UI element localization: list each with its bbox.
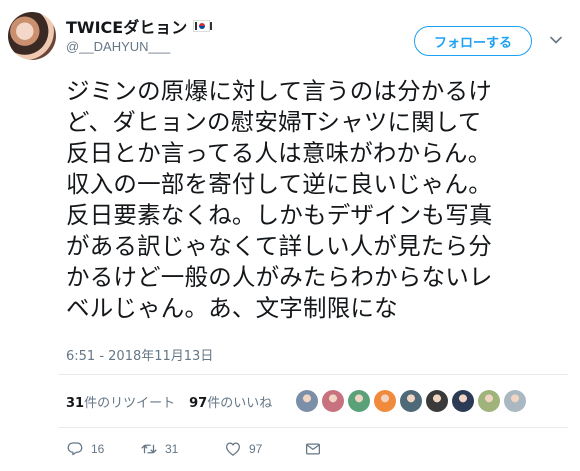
avatar[interactable]: [8, 12, 56, 60]
reply-icon: [67, 442, 83, 456]
likes-count: 97: [189, 396, 208, 411]
reply-count: 16: [91, 442, 105, 456]
tweet-header: TWICEダヒョン @__DAHYUN___ フォローする: [0, 0, 580, 72]
like-button[interactable]: 97: [224, 440, 262, 458]
tweet-stats: 31件のリツイート 97件のいいね: [66, 392, 272, 411]
likes-label: 件のいいね: [207, 396, 273, 411]
direct-message-button[interactable]: [304, 440, 322, 458]
liker-avatar[interactable]: [322, 390, 344, 412]
tweet-text-line: ど、ダヒョンの慰安婦Tシャツに関して: [66, 108, 482, 136]
divider: [58, 427, 568, 428]
liker-avatar[interactable]: [426, 390, 448, 412]
retweets-count: 31: [66, 396, 85, 411]
tweet-text-line: かるけど一般の人がみたらわからないレ: [66, 263, 493, 291]
retweet-button[interactable]: 31: [140, 440, 178, 458]
liker-avatar[interactable]: [374, 390, 396, 412]
liker-avatars: [296, 390, 526, 412]
liker-avatar[interactable]: [452, 390, 474, 412]
liker-avatar[interactable]: [400, 390, 422, 412]
chevron-down-icon[interactable]: [549, 33, 563, 47]
south-korea-flag-icon: [193, 20, 213, 32]
retweets-stat[interactable]: 31件のリツイート: [66, 392, 175, 411]
like-count: 97: [249, 442, 263, 456]
tweet-text-line: ジミンの原爆に対して言うのは分かるけ: [66, 77, 492, 105]
tweet-text-line: 反日要素なくね。しかもデザインも写真: [66, 201, 493, 229]
liker-avatar[interactable]: [348, 390, 370, 412]
display-name-text[interactable]: TWICEダヒョン: [66, 14, 187, 38]
user-info[interactable]: TWICEダヒョン @__DAHYUN___: [66, 14, 213, 54]
tweet-text: ジミンの原爆に対して言うのは分かるけ ど、ダヒョンの慰安婦Tシャツに関して 反日…: [66, 76, 566, 324]
liker-avatar[interactable]: [296, 390, 318, 412]
liker-avatar[interactable]: [504, 390, 526, 412]
likes-stat[interactable]: 97件のいいね: [189, 392, 272, 411]
liker-avatar[interactable]: [478, 390, 500, 412]
display-name[interactable]: TWICEダヒョン: [66, 14, 213, 38]
follow-button[interactable]: フォローする: [414, 26, 532, 56]
reply-button[interactable]: 16: [66, 440, 104, 458]
retweet-icon: [141, 444, 157, 454]
retweet-count: 31: [165, 442, 179, 456]
heart-icon: [225, 442, 241, 456]
divider: [58, 374, 568, 375]
retweets-label: 件のリツイート: [84, 396, 176, 411]
tweet-timestamp[interactable]: 6:51 - 2018年11月13日: [66, 345, 213, 364]
tweet-text-line: ベルじゃん。あ、文字制限にな: [66, 294, 398, 322]
tweet-text-line: 反日とか言ってる人は意味がわからん。: [66, 139, 492, 167]
tweet-text-line: 収入の一部を寄付して逆に良いじゃん。: [66, 170, 492, 198]
user-handle[interactable]: @__DAHYUN___: [66, 39, 210, 54]
envelope-icon: [305, 443, 321, 455]
tweet-text-line: がある訳じゃなくて詳しい人が見たら分: [66, 232, 492, 260]
